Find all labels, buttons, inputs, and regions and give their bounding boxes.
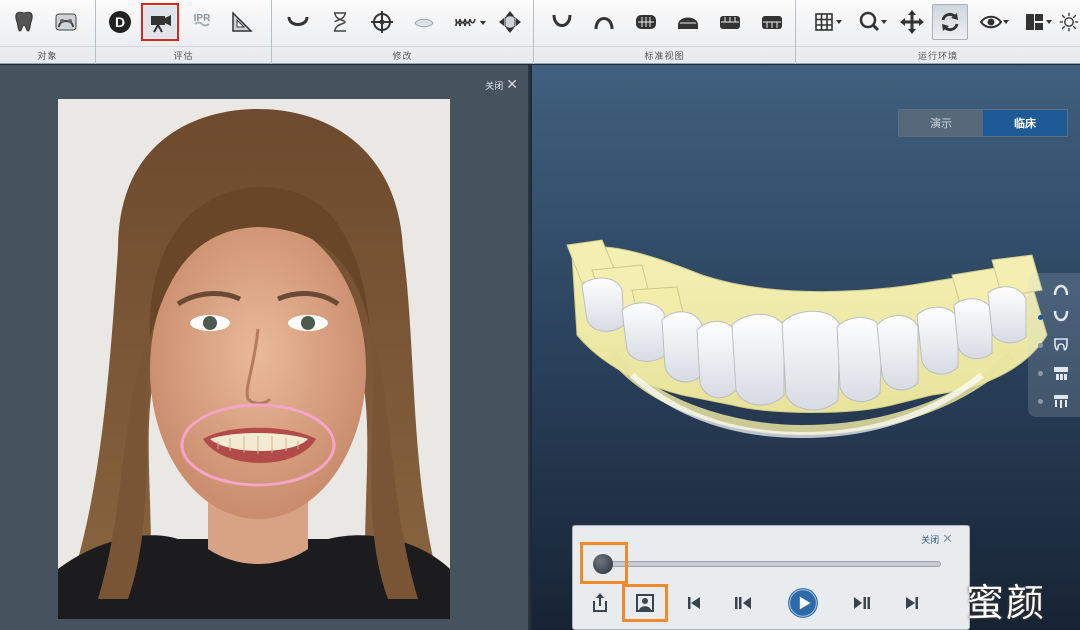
stage-slider-track[interactable] <box>597 561 941 567</box>
close-icon: ✕ <box>506 77 518 93</box>
watermark-logo: 蜜颜 <box>966 581 1047 625</box>
crosshair-icon[interactable] <box>366 6 398 38</box>
close-label: 关闭 <box>921 536 940 546</box>
step-back-icon[interactable] <box>728 588 758 618</box>
rail-indicator-dot <box>1038 314 1043 320</box>
rail-lower-arch[interactable] <box>1028 303 1080 331</box>
upper-arch-icon <box>1053 284 1069 296</box>
skip-to-start-icon[interactable] <box>679 588 709 618</box>
arch-form-icon[interactable] <box>282 6 314 38</box>
rail-indicator-dot <box>1038 370 1043 376</box>
toolbar-group-label: 对象 <box>0 46 95 62</box>
front-view-icon[interactable] <box>630 6 662 38</box>
hourglass-icon[interactable] <box>324 6 356 38</box>
right-view-icon[interactable] <box>756 6 788 38</box>
toolbar-group-object: 对象 <box>0 0 96 64</box>
rail-lower-teeth[interactable] <box>1028 387 1080 415</box>
upper-arch-icon[interactable] <box>546 6 578 38</box>
skip-to-end-icon[interactable] <box>897 588 927 618</box>
lower-arch-icon[interactable] <box>588 6 620 38</box>
demo-mode-button[interactable]: 演示 <box>899 110 983 136</box>
rail-both-teeth[interactable] <box>1028 359 1080 387</box>
close-photo-button[interactable]: 关闭 ✕ <box>485 77 518 93</box>
toolbar-group-environment: 运行环境 <box>796 0 1080 64</box>
d-tool-icon[interactable]: D <box>104 6 136 38</box>
share-icon[interactable] <box>585 588 615 618</box>
patient-face-photo <box>58 99 450 619</box>
toolbar-group-label: 标准视图 <box>534 46 795 62</box>
arch-model-icon[interactable] <box>50 6 82 38</box>
tooth-icon <box>1054 338 1068 351</box>
play-icon[interactable] <box>785 585 821 621</box>
toolbar-group-label: 运行环境 <box>796 46 1080 62</box>
dental-arch-3d-model[interactable] <box>532 215 1080 455</box>
layout-icon[interactable] <box>1020 6 1058 38</box>
close-icon: ✕ <box>942 532 953 547</box>
teeth-icon <box>1054 367 1068 380</box>
grid-icon[interactable] <box>810 6 848 38</box>
toolbar-group-modify: 修改 <box>272 0 534 64</box>
back-view-icon[interactable] <box>672 6 704 38</box>
toolbar-group-standard-views: 标准视图 <box>534 0 796 64</box>
tooth-icon[interactable] <box>8 6 40 38</box>
jaw-dropdown-icon[interactable] <box>450 6 490 38</box>
clinical-mode-button[interactable]: 临床 <box>983 110 1067 136</box>
highlight-box-portrait <box>622 584 668 622</box>
pan-icon[interactable] <box>896 6 928 38</box>
ruler-triangle-icon[interactable] <box>226 6 258 38</box>
lower-arch-icon <box>1053 310 1069 322</box>
ipr-icon[interactable]: IPR <box>186 6 218 38</box>
eye-icon[interactable] <box>976 6 1014 38</box>
overlay-icon[interactable] <box>408 6 440 38</box>
view-side-rail <box>1028 273 1080 417</box>
rail-indicator-dot <box>1038 342 1043 348</box>
move-arrows-icon[interactable] <box>494 6 526 38</box>
zoom-icon[interactable] <box>854 6 892 38</box>
toolbar-group-label: 修改 <box>272 46 533 62</box>
lower-tooth-icon <box>1054 395 1068 408</box>
treatment-playback-panel: 关闭 ✕ <box>572 525 970 630</box>
rail-upper-teeth[interactable] <box>1028 331 1080 359</box>
toolbar-group-assess: D IPR 评估 <box>96 0 272 64</box>
close-playback-button[interactable]: 关闭 ✕ <box>921 532 953 547</box>
rail-indicator-dot <box>1038 398 1043 404</box>
main-toolbar: 对象 D IPR 评估 修改 标准视图 运行环境 <box>0 0 1080 64</box>
rail-upper-arch[interactable] <box>1028 275 1080 303</box>
toolbar-group-label: 评估 <box>96 46 271 62</box>
rotate-icon[interactable] <box>932 4 968 40</box>
light-icon[interactable] <box>1058 6 1080 38</box>
highlight-box-slider <box>580 542 628 584</box>
mode-toggle: 演示 临床 <box>898 109 1068 137</box>
d-tool-label: D <box>115 14 125 30</box>
step-forward-icon[interactable] <box>847 588 877 618</box>
camera-icon[interactable] <box>141 3 179 41</box>
patient-photo-panel: 关闭 ✕ <box>0 65 530 630</box>
left-view-icon[interactable] <box>714 6 746 38</box>
close-label: 关闭 <box>485 81 504 92</box>
